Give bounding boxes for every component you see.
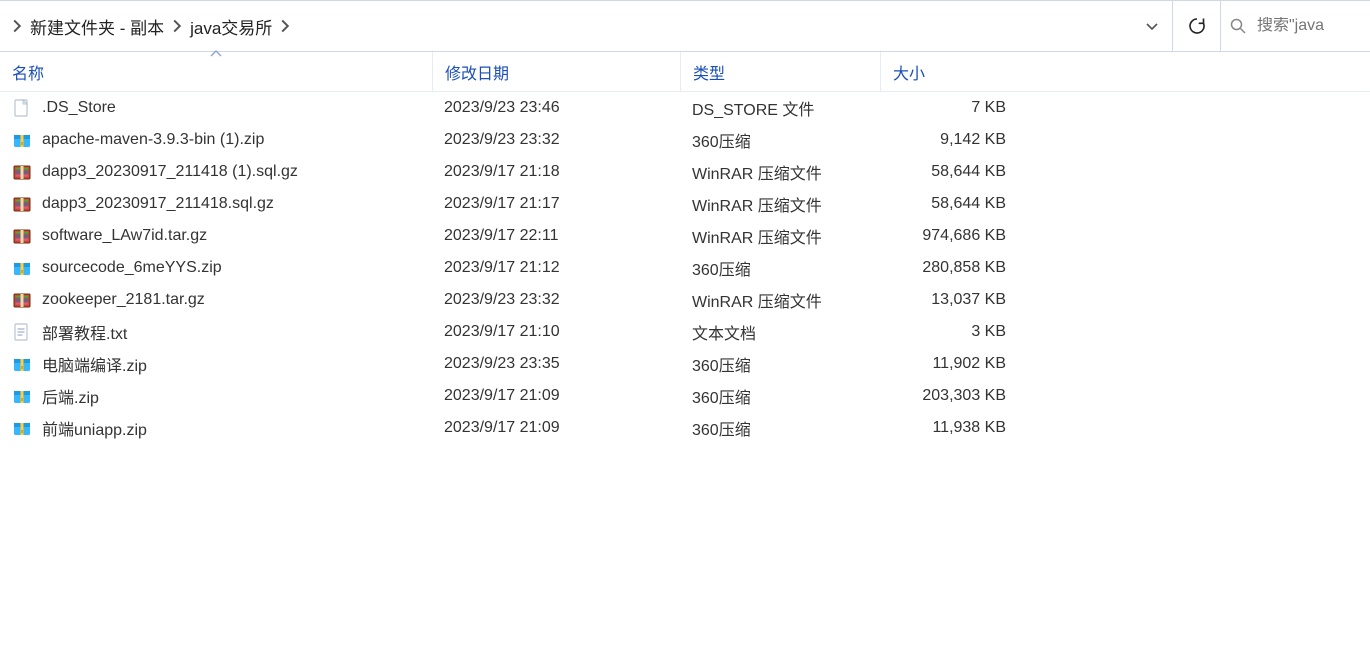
file-date: 2023/9/17 22:11: [444, 227, 558, 245]
file-date: 2023/9/23 23:32: [444, 291, 560, 309]
file-name: 电脑端编译.zip: [42, 352, 147, 376]
file-date: 2023/9/23 23:32: [444, 131, 560, 149]
file-row[interactable]: 电脑端编译.zip 2023/9/23 23:35 360压缩 11,902 KB: [0, 348, 1370, 380]
zip-icon: [12, 354, 32, 374]
file-date: 2023/9/17 21:09: [444, 387, 560, 405]
file-date: 2023/9/17 21:09: [444, 419, 560, 437]
file-row[interactable]: apache-maven-3.9.3-bin (1).zip 2023/9/23 …: [0, 124, 1370, 156]
file-name: 前端uniapp.zip: [42, 416, 147, 440]
rar-icon: [12, 290, 32, 310]
file-date: 2023/9/17 21:10: [444, 323, 560, 341]
file-name: .DS_Store: [42, 99, 116, 117]
file-row[interactable]: 部署教程.txt 2023/9/17 21:10 文本文档 3 KB: [0, 316, 1370, 348]
file-size: 11,938 KB: [932, 419, 1006, 437]
file-type: 360压缩: [692, 416, 751, 440]
file-size: 58,644 KB: [931, 195, 1006, 213]
file-size: 9,142 KB: [940, 131, 1006, 149]
file-size: 11,902 KB: [932, 355, 1006, 373]
file-name: sourcecode_6meYYS.zip: [42, 259, 222, 277]
header-label: 修改日期: [445, 60, 509, 84]
file-icon: [12, 98, 32, 118]
header-label: 类型: [693, 60, 725, 84]
address-toolbar: 新建文件夹 - 副本 java交易所: [0, 0, 1370, 52]
file-size: 203,303 KB: [922, 387, 1006, 405]
refresh-button[interactable]: [1181, 10, 1213, 42]
zip-icon: [12, 386, 32, 406]
file-type: 360压缩: [692, 256, 751, 280]
file-row[interactable]: dapp3_20230917_211418 (1).sql.gz 2023/9/1…: [0, 156, 1370, 188]
chevron-right-icon: [172, 19, 182, 33]
file-type: 文本文档: [692, 320, 756, 344]
file-date: 2023/9/17 21:12: [444, 259, 560, 277]
search-input[interactable]: [1257, 17, 1362, 35]
breadcrumb-item[interactable]: 新建文件夹 - 副本: [28, 10, 166, 43]
address-history-button[interactable]: [1136, 10, 1168, 42]
zip-icon: [12, 258, 32, 278]
file-name: zookeeper_2181.tar.gz: [42, 291, 205, 309]
search-box[interactable]: [1220, 1, 1370, 51]
header-label: 大小: [893, 60, 925, 84]
breadcrumb-item[interactable]: java交易所: [188, 10, 274, 43]
file-type: WinRAR 压缩文件: [692, 288, 822, 312]
file-type: WinRAR 压缩文件: [692, 160, 822, 184]
refresh-box: [1172, 1, 1220, 51]
file-size: 280,858 KB: [922, 259, 1006, 277]
file-row[interactable]: software_LAw7id.tar.gz 2023/9/17 22:11 Win…: [0, 220, 1370, 252]
file-name: dapp3_20230917_211418 (1).sql.gz: [42, 163, 298, 181]
file-size: 3 KB: [971, 323, 1006, 341]
file-name: dapp3_20230917_211418.sql.gz: [42, 195, 274, 213]
file-type: WinRAR 压缩文件: [692, 224, 822, 248]
sort-asc-icon: [210, 49, 222, 57]
file-row[interactable]: sourcecode_6meYYS.zip 2023/9/17 21:12 360压…: [0, 252, 1370, 284]
header-label: 名称: [12, 60, 44, 84]
file-type: WinRAR 压缩文件: [692, 192, 822, 216]
header-name[interactable]: 名称: [0, 52, 432, 91]
zip-icon: [12, 130, 32, 150]
file-type: 360压缩: [692, 352, 751, 376]
search-icon: [1229, 17, 1247, 35]
header-size[interactable]: 大小: [880, 52, 1018, 91]
file-row[interactable]: .DS_Store 2023/9/23 23:46 DS_STORE 文件 7 KB: [0, 92, 1370, 124]
file-type: 360压缩: [692, 128, 751, 152]
chevron-right-icon: [280, 19, 290, 33]
file-row[interactable]: 前端uniapp.zip 2023/9/17 21:09 360压缩 11,938 K…: [0, 412, 1370, 444]
file-row[interactable]: dapp3_20230917_211418.sql.gz 2023/9/17 21…: [0, 188, 1370, 220]
file-date: 2023/9/23 23:35: [444, 355, 560, 373]
file-date: 2023/9/17 21:18: [444, 163, 560, 181]
file-size: 13,037 KB: [931, 291, 1006, 309]
breadcrumb[interactable]: 新建文件夹 - 副本 java交易所: [0, 1, 1172, 51]
file-name: apache-maven-3.9.3-bin (1).zip: [42, 131, 264, 149]
rar-icon: [12, 194, 32, 214]
column-headers: 名称 修改日期 类型 大小: [0, 52, 1370, 92]
file-row[interactable]: 后端.zip 2023/9/17 21:09 360压缩 203,303 KB: [0, 380, 1370, 412]
txt-icon: [12, 322, 32, 342]
rar-icon: [12, 162, 32, 182]
file-name: software_LAw7id.tar.gz: [42, 227, 207, 245]
header-date[interactable]: 修改日期: [432, 52, 680, 91]
file-size: 7 KB: [971, 99, 1006, 117]
file-type: DS_STORE 文件: [692, 96, 814, 120]
file-size: 58,644 KB: [931, 163, 1006, 181]
file-list: .DS_Store 2023/9/23 23:46 DS_STORE 文件 7 KB a…: [0, 92, 1370, 444]
file-name: 后端.zip: [42, 384, 99, 408]
rar-icon: [12, 226, 32, 246]
zip-icon: [12, 418, 32, 438]
chevron-right-icon: [12, 19, 22, 33]
file-type: 360压缩: [692, 384, 751, 408]
file-date: 2023/9/23 23:46: [444, 99, 560, 117]
file-name: 部署教程.txt: [42, 320, 127, 344]
header-type[interactable]: 类型: [680, 52, 880, 91]
file-date: 2023/9/17 21:17: [444, 195, 560, 213]
file-size: 974,686 KB: [922, 227, 1006, 245]
file-row[interactable]: zookeeper_2181.tar.gz 2023/9/23 23:32 WinR…: [0, 284, 1370, 316]
